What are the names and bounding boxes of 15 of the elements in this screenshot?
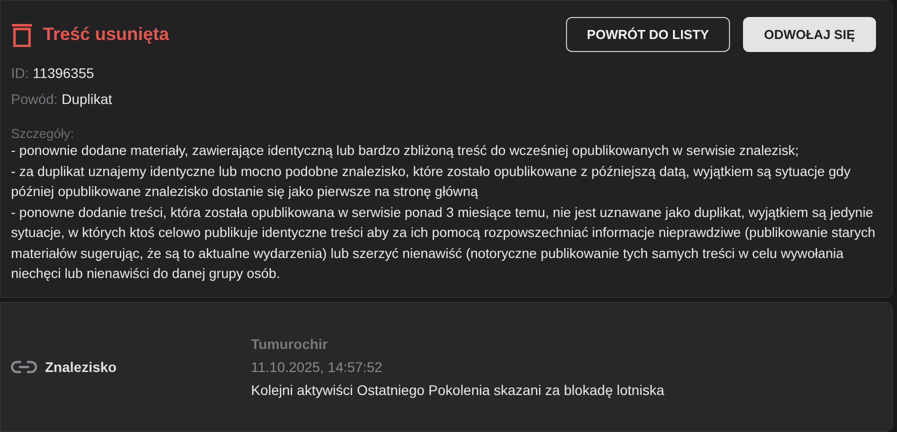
page-title: Treść usunięta bbox=[43, 24, 170, 45]
appeal-button[interactable]: ODWOŁAJ SIĘ bbox=[742, 17, 876, 52]
back-button[interactable]: POWRÓT DO LISTY bbox=[566, 17, 730, 52]
details-text: - za duplikat uznajemy identyczne lub mocno podobne znalezisko, które zostało opublikowane z późniejszą datą, wyjątkiem są sytuacje gdy później opublikowane znalezisko dostanie się jako pierwsze na stronę główną bbox=[11, 162, 852, 201]
info-field: Powód: Duplikat bbox=[11, 90, 876, 108]
item-type: Znalezisko bbox=[45, 358, 117, 375]
item-title[interactable]: Kolejni aktywiści Ostatniego Pokolenia skazani za blokadę lotniska bbox=[251, 382, 882, 398]
info-field: ID: 11396355 bbox=[11, 64, 876, 82]
author-name: Tumurochir bbox=[251, 336, 329, 352]
details-text: - ponownie dodane materiały, zawierające identyczną lub bardzo zbliżoną treść do wcześniej opublikowanych w serwisie znalezisk; bbox=[11, 142, 800, 160]
link-icon bbox=[11, 360, 37, 374]
item-date: 11.10.2025, 14:57:52 bbox=[251, 358, 384, 375]
details-label: Szczegóły: bbox=[11, 126, 75, 141]
details-text: - ponowne dodanie treści, która została opublikowana w serwisie ponad 3 miesiące temu, nie jest uznawane jako duplikat, wyjątkiem są jedynie sytuacje, w których ktoś celowo publikuje identyczne treści aby za ich pomocą rozpowszechniać informacje nieprawdziwe (publikowanie starych materiałów sugerując, że są to aktualne wydarzenia) lub szerzyć nienawiść (notoryczne publikowanie tych samych treści w celu wywołania niechęci lub nienawiści do danej grupy osób. bbox=[11, 204, 876, 283]
trash-icon bbox=[11, 22, 33, 46]
